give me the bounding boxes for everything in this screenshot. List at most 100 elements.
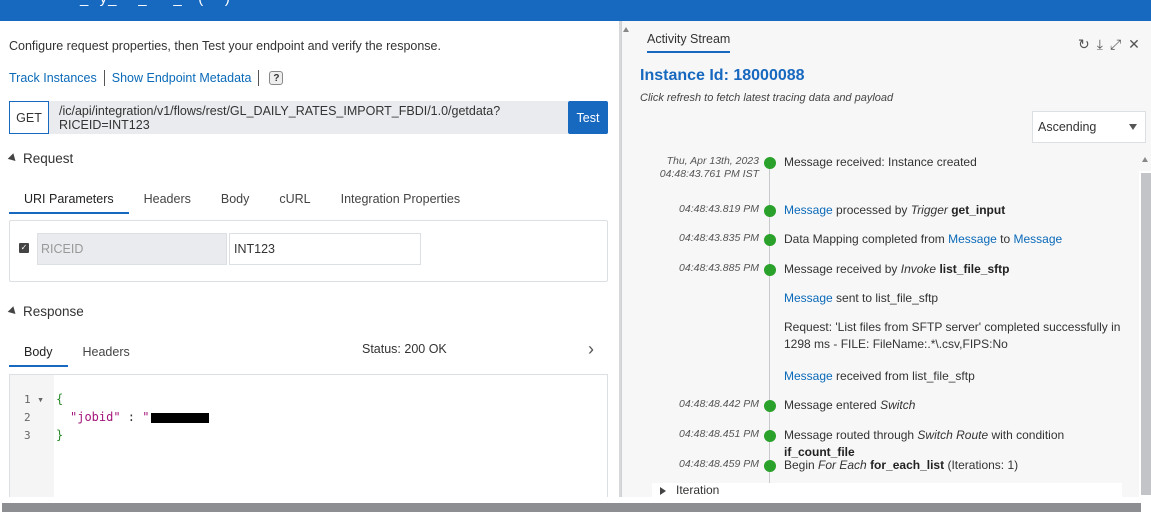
event-message: Message received by Invoke list_file_sft… [784, 261, 1124, 278]
event-text: processed by [832, 203, 911, 217]
event-text: Begin [784, 458, 819, 472]
event-text: (Iterations: 1) [944, 458, 1019, 472]
param-checkbox[interactable]: ✓ [19, 243, 29, 253]
status-dot-icon [764, 430, 776, 442]
event-message: Message routed through Switch Route with… [784, 427, 1124, 461]
tab-curl[interactable]: cURL [264, 184, 325, 214]
event-text: for_each_list [870, 458, 945, 472]
close-icon[interactable]: ✕ [1128, 36, 1140, 53]
code-line: { [56, 392, 64, 406]
chevron-right-icon[interactable]: › [588, 340, 598, 358]
tab-uri-parameters[interactable]: URI Parameters [9, 184, 129, 214]
event-timestamp: 04:48:48.459 PM [679, 458, 759, 470]
response-tabs: Body Headers [9, 337, 145, 367]
event-text: get_input [951, 203, 1006, 217]
link-divider [258, 70, 260, 86]
collapse-triangle-icon [7, 306, 19, 317]
iteration-row[interactable]: Iteration [652, 483, 1122, 497]
event-text: Switch [880, 398, 916, 412]
status-dot-icon [764, 205, 776, 217]
activity-stream-title[interactable]: Activity Stream [647, 32, 731, 53]
event-text: Request: 'List files from SFTP server' c… [784, 320, 1121, 351]
event-text: list_file_sftp [939, 262, 1010, 276]
instance-id: Instance Id: 18000088 [640, 67, 805, 84]
event-text: Message entered [784, 398, 881, 412]
request-section-toggle[interactable]: Request [7, 151, 74, 166]
event-message: Request: 'List files from SFTP server' c… [784, 319, 1124, 353]
event-message: Message entered Switch [784, 397, 1124, 414]
param-value-field[interactable]: INT123 [229, 233, 421, 265]
scroll-up-icon[interactable] [1142, 157, 1148, 162]
event-timestamp: Thu, Apr 13th, 2023 04:48:43.761 PM IST [659, 155, 759, 180]
event-message: Begin For Each for_each_list (Iterations… [784, 457, 1124, 474]
download-icon[interactable]: ⤓ [1097, 36, 1103, 53]
help-icon[interactable]: ? [269, 71, 284, 85]
event-text: Message routed through [784, 428, 918, 442]
endpoint-url-field[interactable]: /ic/api/integration/v1/flows/rest/GL_DAI… [49, 101, 568, 134]
tab-headers[interactable]: Headers [129, 184, 206, 214]
event-timestamp: 04:48:43.819 PM [679, 203, 759, 215]
event-timestamp: 04:48:48.442 PM [679, 398, 759, 410]
event-message: Message processed by Trigger get_input [784, 202, 1124, 219]
show-endpoint-metadata-link[interactable]: Show Endpoint Metadata [112, 71, 252, 85]
endpoint-links: Track Instances Show Endpoint Metadata ? [9, 70, 284, 86]
intro-text: Configure request properties, then Test … [9, 39, 441, 53]
message-payload-link[interactable]: Message [1013, 232, 1062, 246]
fold-marker-icon[interactable]: ▾ [37, 393, 44, 406]
request-tabs: URI Parameters Headers Body cURL Integra… [9, 184, 475, 214]
tab-response-headers[interactable]: Headers [68, 337, 145, 367]
http-method-select[interactable]: GET [9, 101, 49, 134]
response-body-editor[interactable]: 1 ▾ 2 3 { "jobid" : " } [9, 374, 608, 498]
request-url-row: GET /ic/api/integration/v1/flows/rest/GL… [9, 101, 608, 134]
line-number: 3 [24, 429, 31, 442]
tab-body[interactable]: Body [206, 184, 265, 214]
line-number: 1 ▾ [24, 393, 44, 406]
event-message: Message sent to list_file_sftp [784, 290, 1124, 307]
sort-order-select[interactable]: Ascending [1032, 111, 1146, 143]
message-payload-link[interactable]: Message [784, 369, 833, 383]
activity-scrollbar[interactable] [1139, 157, 1151, 497]
sort-order-value: Ascending [1038, 120, 1097, 134]
event-timestamp: 04:48:43.835 PM [679, 232, 759, 244]
tab-response-body[interactable]: Body [9, 337, 68, 367]
expand-icon[interactable]: ⤢ [1110, 36, 1121, 53]
event-message: Message received: Instance created [784, 154, 1124, 171]
iteration-label: Iteration [676, 483, 720, 497]
uri-parameters-panel: ✓ RICEID INT123 [9, 220, 608, 282]
expand-triangle-icon [660, 487, 666, 495]
message-payload-link[interactable]: Message [784, 291, 833, 305]
status-dot-icon [764, 234, 776, 246]
test-endpoint-panel: Configure request properties, then Test … [0, 21, 617, 498]
activity-stream-panel: Activity Stream ↻ ⤓ ⤢ ✕ Instance Id: 180… [621, 21, 1151, 497]
event-text: Trigger [910, 203, 948, 217]
test-button[interactable]: Test [568, 101, 608, 134]
event-text: sent to list_file_sftp [832, 291, 939, 305]
event-message: Data Mapping completed from Message to M… [784, 231, 1124, 248]
request-section-label: Request [23, 151, 74, 166]
status-dot-icon [764, 157, 776, 169]
track-instances-link[interactable]: Track Instances [9, 71, 97, 85]
event-message: Message received from list_file_sftp [784, 368, 1124, 385]
response-section-label: Response [23, 304, 84, 319]
status-dot-icon [764, 400, 776, 412]
event-text: to [996, 232, 1014, 246]
param-name-field: RICEID [37, 233, 227, 265]
scrollbar-thumb[interactable] [1141, 173, 1151, 495]
scroll-up-icon[interactable] [623, 27, 629, 32]
message-payload-link[interactable]: Message [948, 232, 997, 246]
status-dot-icon [764, 460, 776, 472]
event-text: For Each [818, 458, 867, 472]
event-text: Message received: Instance created [784, 155, 977, 169]
refresh-note: Click refresh to fetch latest tracing da… [640, 92, 894, 104]
response-status: Status: 200 OK [362, 342, 447, 356]
message-payload-link[interactable]: Message [784, 203, 833, 217]
redacted-value [150, 412, 209, 423]
response-section-toggle[interactable]: Response [7, 304, 84, 319]
refresh-icon[interactable]: ↻ [1078, 36, 1090, 53]
code-line: } [56, 428, 64, 442]
code-line: "jobid" : " [70, 410, 209, 424]
horizontal-scrollbar[interactable] [0, 497, 1151, 513]
tab-integration-properties[interactable]: Integration Properties [326, 184, 476, 214]
scrollbar-thumb[interactable] [2, 503, 1141, 512]
event-text: Switch Route [917, 428, 989, 442]
